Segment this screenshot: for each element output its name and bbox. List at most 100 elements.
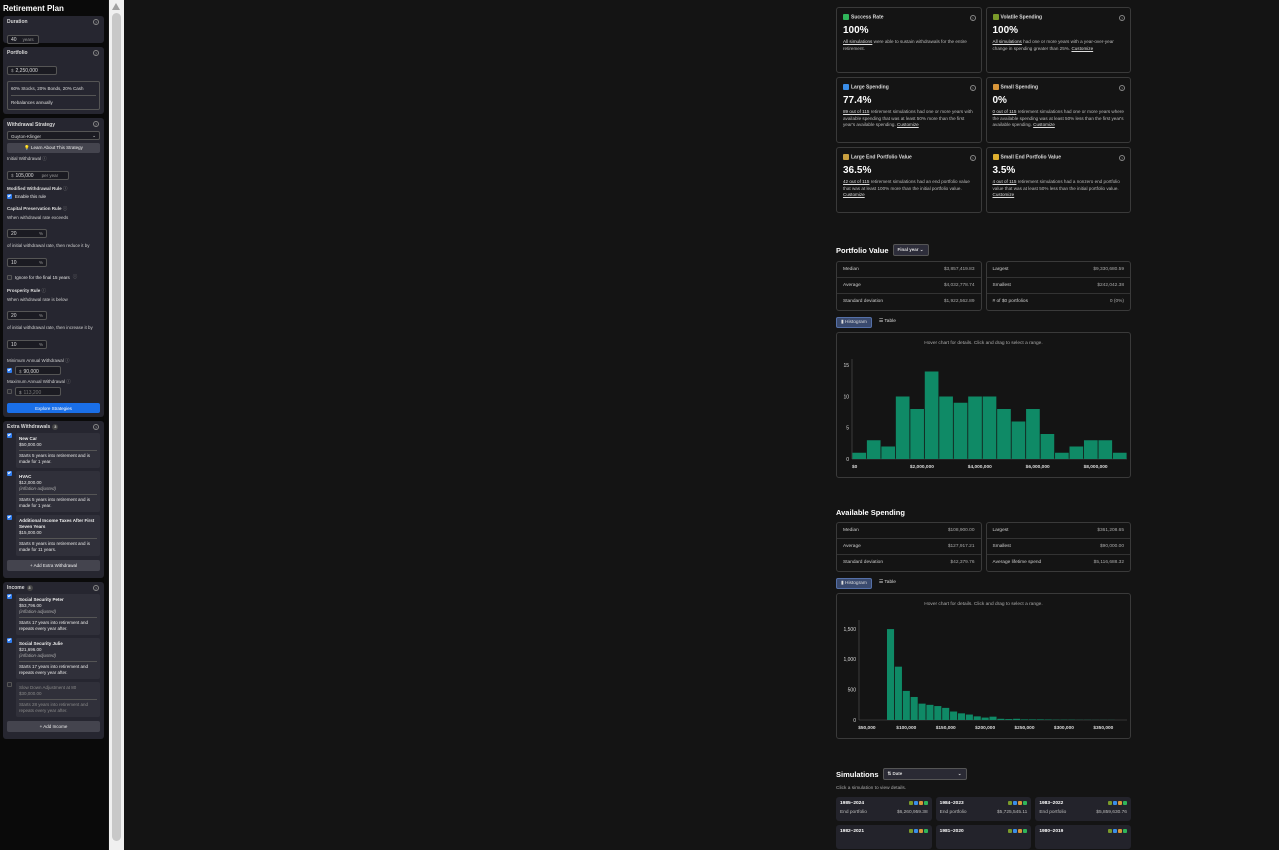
income-item[interactable]: Slow Down Adjustment at 80 $30,000.00 Star… [16, 682, 100, 717]
simulation-card[interactable]: 1983–2022 End portfolio $5,859,630.76 [1035, 797, 1131, 821]
enable-rule-checkbox[interactable] [7, 194, 12, 199]
histogram-bar[interactable] [981, 717, 989, 720]
help-icon[interactable]: ⓘ [73, 274, 78, 280]
histogram-bar[interactable] [866, 440, 881, 459]
histogram-bar[interactable] [942, 707, 950, 720]
tab-table[interactable]: ☰ Table [875, 578, 900, 589]
strategy-select[interactable]: Guyton-Klinger ⌄ [7, 131, 100, 140]
histogram-bar[interactable] [894, 666, 902, 720]
scroll-up-arrow-icon[interactable] [112, 3, 120, 10]
histogram-bar[interactable] [997, 409, 1011, 459]
help-icon[interactable]: ? [93, 121, 99, 127]
explore-strategies-button[interactable]: Explore Strategies [7, 403, 100, 413]
simulation-card[interactable]: 1985–2024 End portfolio $6,260,959.38 [836, 797, 932, 821]
stat-link[interactable]: All simulations [993, 39, 1022, 44]
histogram-bar[interactable] [950, 711, 958, 720]
help-icon[interactable]: ⓘ [66, 379, 71, 384]
add-income-button[interactable]: + Add Income [7, 721, 100, 732]
stat-link[interactable]: All simulations [843, 39, 872, 44]
portfolio-input[interactable]: $2,250,000 [7, 65, 57, 75]
income-item[interactable]: Social Security Peter $53,796.00 (inflatio… [16, 594, 100, 635]
spending-histogram-svg[interactable]: 0 500 1,000 1,500 $50,000 $100,000 $150,000 $20… [837, 612, 1131, 738]
histogram-bar[interactable] [924, 371, 939, 460]
income-item[interactable]: Social Security Julie $21,696.00 (inflatio… [16, 638, 100, 679]
help-icon[interactable]: ⓘ [63, 186, 68, 191]
histogram-bar[interactable] [1069, 446, 1084, 460]
histogram-bar[interactable] [881, 446, 896, 460]
histogram-bar[interactable] [886, 629, 895, 720]
customize-link[interactable]: Customize [843, 192, 865, 197]
histogram-bar[interactable] [939, 396, 953, 460]
extra-item[interactable]: HVAC $12,000.00 (inflation-adjusted) Starts… [16, 471, 100, 512]
help-icon[interactable]: ? [1119, 15, 1125, 21]
prosperity-pct-input[interactable]: 20% [7, 310, 47, 320]
histogram-bar[interactable] [1028, 719, 1036, 720]
customize-link[interactable]: Customize [1033, 122, 1055, 127]
portfolio-histogram[interactable]: Hover chart for details. Click and drag … [836, 332, 1131, 478]
histogram-bar[interactable] [989, 716, 997, 720]
extra-item-checkbox[interactable] [7, 471, 12, 476]
prosperity-increase-input[interactable]: 10% [7, 339, 47, 349]
histogram-bar[interactable] [1011, 421, 1026, 460]
extra-item[interactable]: Additional Income Taxes After First Seve… [16, 515, 100, 556]
histogram-bar[interactable] [982, 396, 997, 460]
tab-table[interactable]: ☰ Table [875, 317, 900, 328]
sort-select[interactable]: ⇅ Date ⌄ [882, 768, 967, 780]
histogram-bar[interactable] [1026, 409, 1040, 459]
histogram-bar[interactable] [934, 706, 942, 720]
tab-histogram[interactable]: ▮ Histogram [836, 317, 872, 328]
max-withdrawal-checkbox[interactable] [7, 389, 12, 394]
extra-item-checkbox[interactable] [7, 515, 12, 520]
tab-histogram[interactable]: ▮ Histogram [836, 578, 872, 589]
histogram-bar[interactable] [1013, 718, 1021, 720]
capital-pct-input[interactable]: 20% [7, 228, 47, 238]
histogram-bar[interactable] [957, 713, 966, 720]
add-extra-withdrawal-button[interactable]: + Add Extra Withdrawal [7, 560, 100, 571]
histogram-bar[interactable] [1083, 440, 1098, 459]
histogram-bar[interactable] [1005, 719, 1013, 720]
capital-reduce-input[interactable]: 10% [7, 257, 47, 267]
extra-item-checkbox[interactable] [7, 433, 12, 438]
ignore-final-checkbox[interactable] [7, 274, 12, 280]
stat-link[interactable]: 42 out of 115 [843, 179, 869, 184]
simulation-card[interactable]: 1982–2021 [836, 825, 932, 849]
year-selector[interactable]: Final year ⌄ [892, 244, 929, 256]
stat-link[interactable]: 89 out of 115 [843, 109, 869, 114]
help-icon[interactable]: ⓘ [42, 288, 47, 293]
stat-link[interactable]: 0 out of 115 [993, 109, 1017, 114]
help-icon[interactable]: ? [969, 155, 976, 161]
simulation-card[interactable]: 1980–2019 [1035, 825, 1131, 849]
help-icon[interactable]: ? [93, 585, 99, 591]
help-icon[interactable]: ⓘ [63, 206, 68, 211]
histogram-bar[interactable] [902, 690, 910, 720]
extra-item[interactable]: New Car $50,000.00 Starts 5 years into ret… [16, 433, 100, 468]
simulation-card[interactable]: 1981–2020 [935, 825, 1032, 849]
histogram-bar[interactable] [965, 714, 973, 720]
income-item-checkbox[interactable] [7, 594, 12, 599]
histogram-bar[interactable] [918, 703, 926, 720]
histogram-bar[interactable] [953, 402, 968, 459]
help-icon[interactable]: ? [1119, 85, 1125, 91]
histogram-bar[interactable] [1040, 434, 1055, 459]
stat-link[interactable]: 4 out of 115 [993, 179, 1017, 184]
customize-link[interactable]: Customize [993, 192, 1015, 197]
histogram-bar[interactable] [1020, 719, 1029, 720]
histogram-bar[interactable] [968, 396, 982, 460]
histogram-bar[interactable] [910, 696, 918, 720]
help-icon[interactable]: ? [969, 15, 976, 21]
histogram-bar[interactable] [1055, 452, 1069, 459]
scrollbar[interactable] [109, 0, 124, 850]
histogram-bar[interactable] [895, 396, 910, 460]
histogram-bar[interactable] [926, 704, 934, 720]
portfolio-histogram-svg[interactable]: 0 5 10 15 $0 $2,000,000 $4,000,000 $6,000,000 $8… [837, 351, 1131, 477]
histogram-bar[interactable] [1112, 452, 1127, 459]
histogram-bar[interactable] [910, 409, 924, 459]
learn-strategy-button[interactable]: 💡 Learn About This Strategy [7, 143, 100, 153]
histogram-bar[interactable] [852, 452, 867, 459]
income-item-checkbox[interactable] [7, 682, 12, 687]
help-icon[interactable]: ⓘ [65, 358, 70, 363]
enable-rule-row[interactable]: Enable this rule [7, 194, 100, 199]
histogram-bar[interactable] [1098, 440, 1113, 459]
help-icon[interactable]: ? [93, 424, 99, 430]
min-withdrawal-checkbox[interactable] [7, 368, 12, 373]
